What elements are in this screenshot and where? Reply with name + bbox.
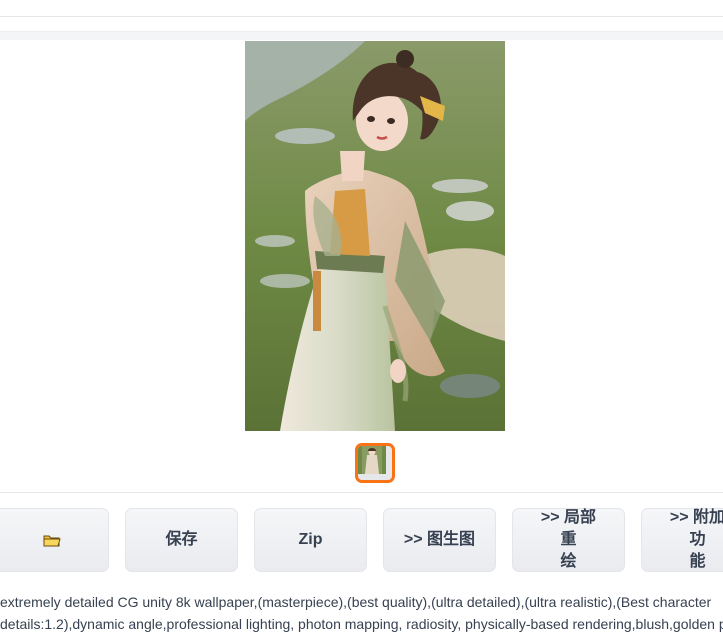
extras-label-line2: 能	[689, 553, 706, 570]
img2img-button-label: >> 图生图	[403, 531, 476, 548]
zip-button[interactable]: Zip	[254, 508, 367, 572]
extras-label-line1: >> 附加功	[669, 509, 723, 548]
open-folder-button[interactable]	[0, 508, 109, 572]
save-button[interactable]: 保存	[125, 508, 238, 572]
prompt-line-2: details:1.2),dynamic angle,professional …	[0, 616, 723, 632]
send-to-img2img-button[interactable]: >> 图生图	[383, 508, 496, 572]
send-to-extras-button[interactable]: >> 附加功 能	[641, 508, 723, 572]
inpaint-label-line1: >> 局部重	[540, 509, 597, 548]
inpaint-label-line2: 绘	[560, 553, 577, 570]
gallery-thumbnail[interactable]	[355, 443, 395, 483]
image-gallery	[0, 40, 723, 493]
generated-image[interactable]	[245, 41, 505, 431]
zip-button-label: Zip	[298, 531, 323, 548]
top-panel-edge	[0, 0, 723, 17]
folder-icon	[43, 535, 61, 546]
inpaint-button-label: >> 局部重 绘	[533, 507, 604, 573]
send-to-inpaint-button[interactable]: >> 局部重 绘	[512, 508, 625, 572]
prompt-line-1: extremely detailed CG unity 8k wallpaper…	[0, 594, 712, 610]
generation-info-text: extremely detailed CG unity 8k wallpaper…	[0, 591, 723, 634]
extras-button-label: >> 附加功 能	[662, 507, 723, 573]
save-button-label: 保存	[165, 531, 198, 548]
